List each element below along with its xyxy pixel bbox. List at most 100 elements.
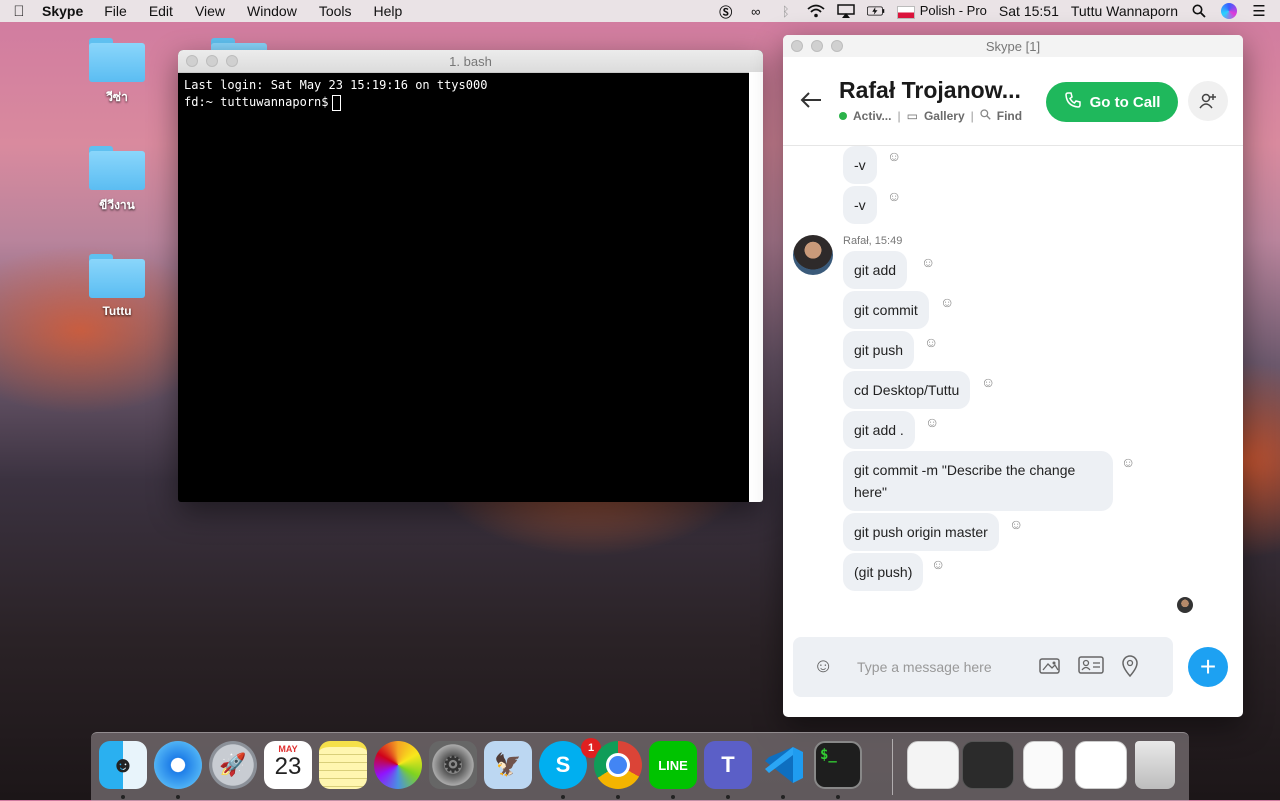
desktop-folder[interactable]: วีซ่า xyxy=(72,38,162,107)
message-bubble[interactable]: -v xyxy=(843,146,877,184)
message-list[interactable]: -v ☺ -v ☺ Rafał, 15:49 git add ☺ git com… xyxy=(783,146,1243,636)
message-input[interactable] xyxy=(855,655,1029,679)
phone-icon xyxy=(1064,91,1082,113)
emoji-icon[interactable]: ☺ xyxy=(813,655,833,678)
running-indicator xyxy=(726,795,730,799)
menu-app-skype[interactable]: Skype xyxy=(38,3,93,19)
battery-icon[interactable] xyxy=(866,2,885,20)
terminal-prompt: fd:~ tuttuwannaporn$ xyxy=(184,95,329,109)
message-bubble[interactable]: -v xyxy=(843,186,877,224)
react-smiley-icon[interactable]: ☺ xyxy=(925,414,939,430)
menu-view[interactable]: View xyxy=(184,3,236,19)
folder-icon xyxy=(89,146,145,190)
desktop-folder[interactable]: ขีวีงาน xyxy=(72,146,162,215)
user-name[interactable]: Tuttu Wannaporn xyxy=(1071,3,1178,19)
dock-safari-icon[interactable] xyxy=(154,741,202,789)
terminal-scrollbar[interactable] xyxy=(749,72,763,502)
menu-window[interactable]: Window xyxy=(236,3,308,19)
react-smiley-icon[interactable]: ☺ xyxy=(887,148,901,164)
react-smiley-icon[interactable]: ☺ xyxy=(1009,516,1023,532)
message-bubble[interactable]: git add xyxy=(843,251,908,289)
location-pin-icon[interactable] xyxy=(1121,655,1139,682)
menu-tools[interactable]: Tools xyxy=(308,3,363,19)
terminal-window[interactable]: 1. bash Last login: Sat May 23 15:19:16 … xyxy=(178,50,763,502)
dock-launchpad-icon[interactable]: 🚀 xyxy=(209,741,257,789)
find-icon xyxy=(980,109,991,123)
find-link[interactable]: Find xyxy=(997,109,1022,123)
terminal-titlebar[interactable]: 1. bash xyxy=(178,50,763,73)
terminal-output[interactable]: Last login: Sat May 23 15:19:16 on ttys0… xyxy=(178,73,763,115)
media-gallery-icon[interactable] xyxy=(1039,655,1063,680)
dock-preview-icon[interactable]: 🦅 xyxy=(484,741,532,789)
dock-chrome-icon[interactable] xyxy=(594,741,642,789)
zoom-button[interactable] xyxy=(831,40,843,52)
desktop-folder[interactable]: Tuttu xyxy=(72,254,162,318)
spotlight-icon[interactable] xyxy=(1190,2,1208,20)
go-to-call-button[interactable]: Go to Call xyxy=(1046,82,1178,122)
contact-card-icon[interactable] xyxy=(1078,655,1104,680)
message-bubble[interactable]: (git push) xyxy=(843,553,924,591)
dock-skype-icon[interactable]: S xyxy=(539,741,587,789)
input-source[interactable]: Polish - Pro xyxy=(896,3,987,19)
message-bubble[interactable]: git add . xyxy=(843,411,915,449)
gallery-icon: ▭ xyxy=(906,109,918,123)
dock-system-preferences-icon[interactable]: ⚙ xyxy=(429,741,477,789)
bluetooth-icon[interactable]: ᛒ xyxy=(777,2,795,20)
folder-icon xyxy=(89,254,145,298)
react-smiley-icon[interactable]: ☺ xyxy=(924,334,938,350)
skype-icon[interactable]: Ⓢ xyxy=(717,2,735,20)
terminal-title: 1. bash xyxy=(449,53,492,69)
minimize-button[interactable] xyxy=(811,40,823,52)
dock-calendar-icon[interactable]: MAY 23 xyxy=(264,741,312,789)
skype-titlebar[interactable]: Skype [1] xyxy=(783,35,1243,57)
dock-finder-icon[interactable]: ☻ xyxy=(99,741,147,789)
presence-status[interactable]: Activ... xyxy=(853,109,891,123)
dock-trash-icon[interactable] xyxy=(1135,741,1175,789)
menu-edit[interactable]: Edit xyxy=(138,3,184,19)
message-bubble[interactable]: git push xyxy=(843,331,915,369)
gallery-link[interactable]: Gallery xyxy=(924,109,965,123)
zoom-button[interactable] xyxy=(226,55,238,67)
siri-icon[interactable] xyxy=(1220,2,1238,20)
sender-timestamp: Rafał, 15:49 xyxy=(843,235,903,247)
close-button[interactable] xyxy=(186,55,198,67)
avatar[interactable] xyxy=(793,235,833,275)
dock-document-icon[interactable] xyxy=(1023,741,1063,789)
dock-minimized-window-icon[interactable] xyxy=(962,741,1014,789)
dock-minimized-window-icon[interactable] xyxy=(907,741,959,789)
react-smiley-icon[interactable]: ☺ xyxy=(887,188,901,204)
running-indicator xyxy=(121,795,125,799)
menu-help[interactable]: Help xyxy=(363,3,414,19)
dock-notes-icon[interactable] xyxy=(319,741,367,789)
message-bubble[interactable]: git commit -m "Describe the change here" xyxy=(843,451,1113,511)
dock-terminal-icon[interactable]: $_ xyxy=(814,741,862,789)
plus-icon: + xyxy=(1199,651,1217,682)
airplay-icon[interactable] xyxy=(836,2,855,20)
dock-vscode-icon[interactable] xyxy=(759,741,807,789)
dock-teams-icon[interactable]: T xyxy=(704,741,752,789)
message-bubble[interactable]: cd Desktop/Tuttu xyxy=(843,371,971,409)
react-smiley-icon[interactable]: ☺ xyxy=(1121,454,1135,470)
react-smiley-icon[interactable]: ☺ xyxy=(940,294,954,310)
minimize-button[interactable] xyxy=(206,55,218,67)
dock-line-icon[interactable]: LINE xyxy=(649,741,697,789)
contact-name[interactable]: Rafał Trojanow... xyxy=(839,77,1039,104)
apple-menu-icon[interactable]:  xyxy=(0,3,38,20)
menu-file[interactable]: File xyxy=(93,3,138,19)
wifi-icon[interactable] xyxy=(807,2,825,20)
skype-window[interactable]: Skype [1] Rafał Trojanow... Activ... | ▭… xyxy=(783,35,1243,717)
close-button[interactable] xyxy=(791,40,803,52)
creative-cloud-icon[interactable]: ∞ xyxy=(747,2,765,20)
message-bubble[interactable]: git commit xyxy=(843,291,929,329)
message-bubble[interactable]: git push origin master xyxy=(843,513,999,551)
notification-center-icon[interactable]: ☰ xyxy=(1250,2,1268,20)
react-smiley-icon[interactable]: ☺ xyxy=(931,556,945,572)
add-participant-icon[interactable] xyxy=(1188,81,1228,121)
add-content-button[interactable]: + xyxy=(1188,647,1228,687)
dock-minimized-window-icon[interactable] xyxy=(1075,741,1127,789)
back-arrow-icon[interactable] xyxy=(799,90,823,115)
react-smiley-icon[interactable]: ☺ xyxy=(921,254,935,270)
clock[interactable]: Sat 15:51 xyxy=(999,3,1059,19)
react-smiley-icon[interactable]: ☺ xyxy=(981,374,995,390)
dock-photos-icon[interactable] xyxy=(374,741,422,789)
